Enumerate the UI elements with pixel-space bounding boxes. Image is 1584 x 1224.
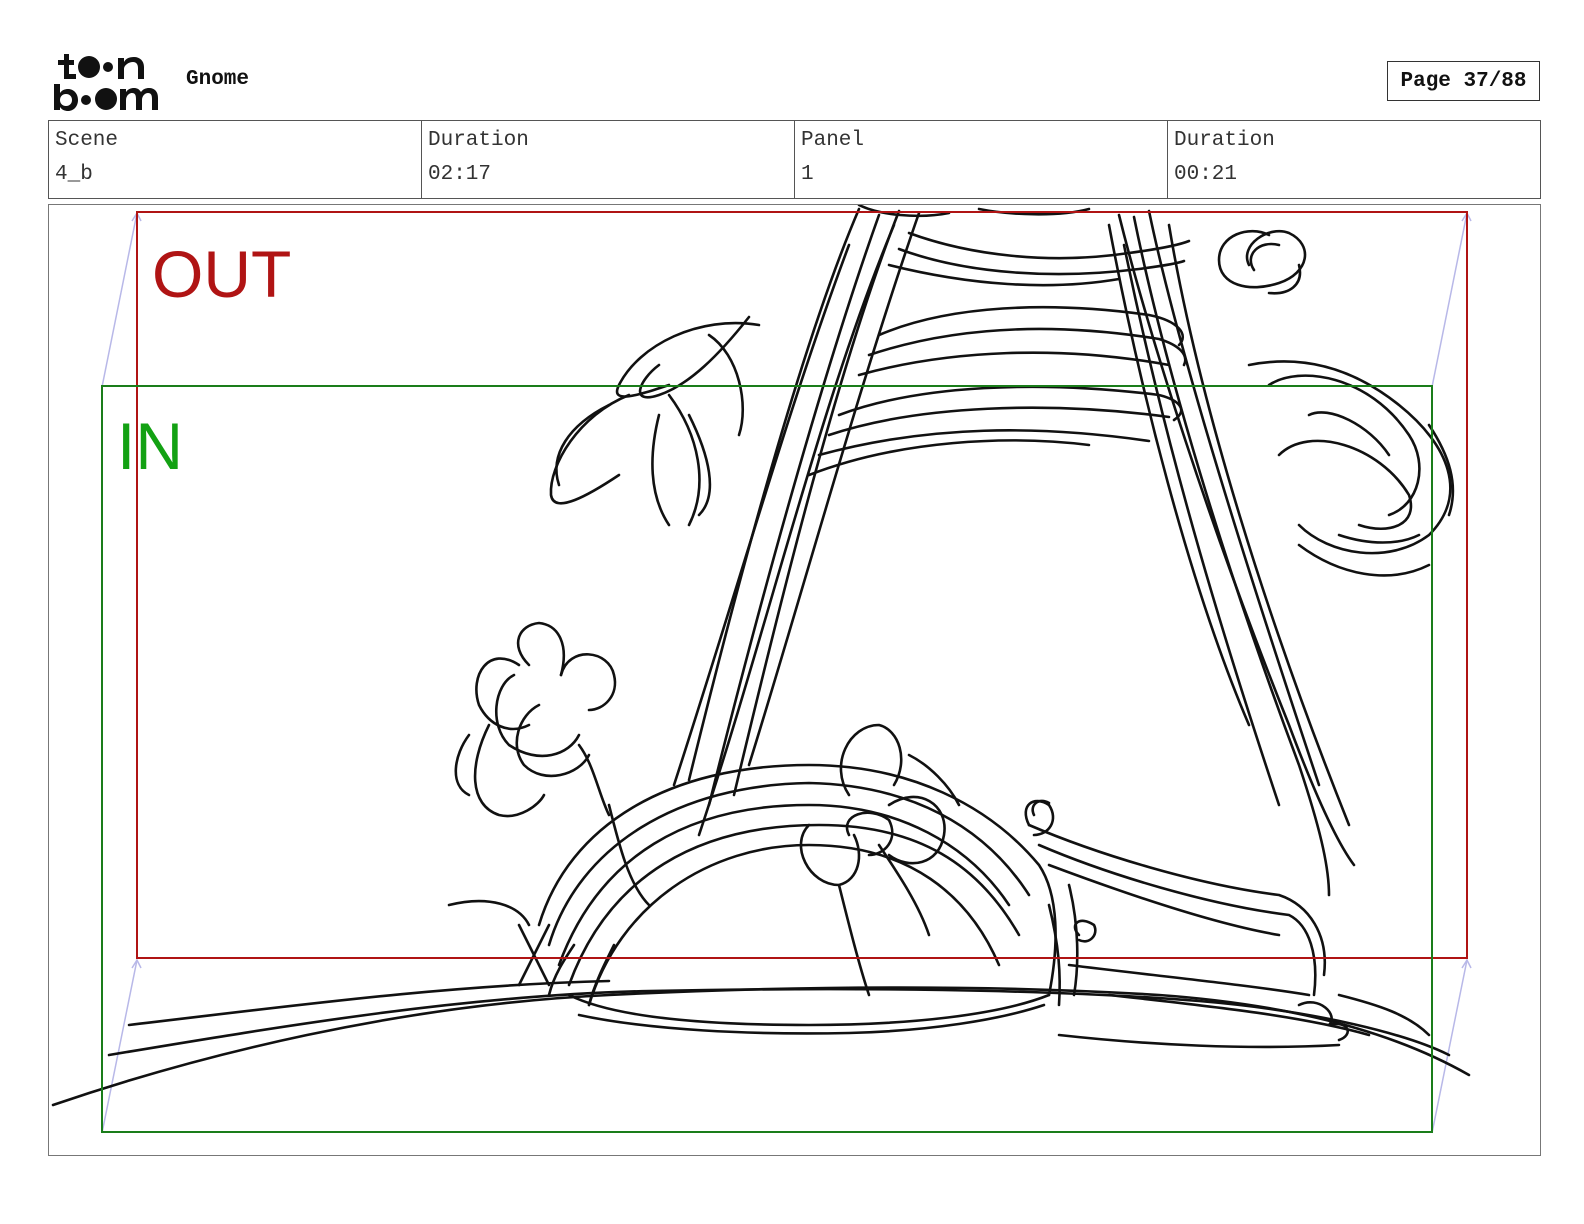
panel-duration-label: Duration	[1174, 129, 1275, 152]
page-indicator-label: Page 37/88	[1400, 69, 1527, 93]
scene-duration-value: 02:17	[428, 163, 492, 186]
panel-duration-value: 00:21	[1174, 163, 1238, 186]
out-frame-label: OUT	[152, 237, 292, 311]
in-camera-frame	[101, 385, 1433, 1133]
panel-label: Panel	[801, 129, 865, 152]
toon-boom-logo	[52, 50, 164, 112]
panel-cell: Panel 1	[795, 121, 1168, 198]
panel-drawing	[51, 205, 1472, 1134]
project-title: Gnome	[186, 68, 250, 91]
toon-boom-logo-icon	[54, 54, 158, 111]
scene-cell: Scene 4_b	[49, 121, 422, 198]
panel-duration-cell: Duration 00:21	[1168, 121, 1540, 198]
scene-label: Scene	[55, 129, 119, 152]
page-indicator: Page 37/88	[1387, 61, 1540, 101]
scene-value: 4_b	[55, 163, 93, 186]
sketch-lines	[51, 205, 1471, 1107]
in-frame-label: IN	[117, 409, 183, 483]
scene-duration-cell: Duration 02:17	[422, 121, 795, 198]
scene-duration-label: Duration	[428, 129, 529, 152]
panel-value: 1	[801, 163, 814, 186]
panel-info-table: Scene 4_b Duration 02:17 Panel 1 Duratio…	[48, 120, 1541, 199]
storyboard-panel: OUT IN	[48, 204, 1541, 1156]
